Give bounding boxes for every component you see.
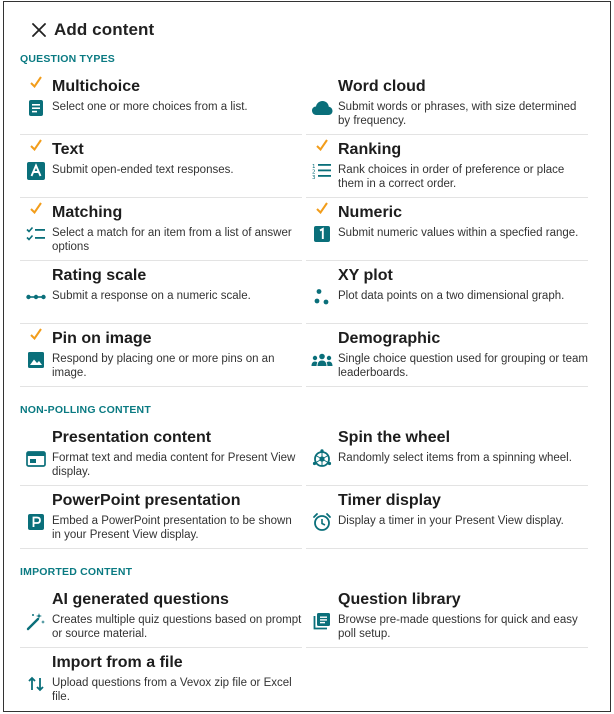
list-doc-icon [25, 97, 47, 119]
panel-header: Add content [28, 16, 154, 44]
item-description: Creates multiple quiz questions based on… [52, 614, 302, 640]
section-title-question-types: QUESTION TYPES [20, 53, 115, 65]
item-title: Word cloud [338, 78, 426, 95]
content-item-matching[interactable]: Matching Select a match for an item from… [20, 201, 302, 261]
svg-text:3: 3 [312, 175, 316, 180]
item-description: Upload questions from a Vevox zip file o… [52, 677, 292, 703]
close-icon [32, 23, 46, 37]
item-title: Text [52, 141, 84, 158]
item-description: Format text and media content for Presen… [52, 452, 296, 478]
content-item-timer-display[interactable]: Timer display Display a timer in your Pr… [306, 489, 588, 549]
item-description: Submit a response on a numeric scale. [52, 290, 251, 302]
content-item-demographic[interactable]: Demographic Single choice question used … [306, 327, 588, 387]
ranked-list-icon: 123 [311, 160, 333, 182]
scale-dots-icon [25, 286, 47, 308]
item-description: Respond by placing one or more pins on a… [52, 353, 275, 379]
item-description: Display a timer in your Present View dis… [338, 515, 564, 527]
image-icon [25, 349, 47, 371]
check-icon [316, 139, 328, 151]
window-icon [25, 448, 47, 470]
magic-wand-icon [25, 610, 47, 632]
item-description: Select one or more choices from a list. [52, 101, 248, 113]
content-item-text[interactable]: Text Submit open-ended text responses. [20, 138, 302, 198]
item-title: Matching [52, 204, 123, 221]
item-title: Presentation content [52, 429, 212, 446]
content-item-rating-scale[interactable]: Rating scale Submit a response on a nume… [20, 264, 302, 324]
item-description: Plot data points on a two dimensional gr… [338, 290, 565, 302]
content-item-question-library[interactable]: Question library Browse pre-made questio… [306, 588, 588, 648]
cloud-icon [311, 97, 333, 119]
item-description: Browse pre-made questions for quick and … [338, 614, 578, 640]
checklist-icon [25, 223, 47, 245]
check-icon [30, 76, 42, 88]
item-description: Submit words or phrases, with size deter… [338, 101, 577, 127]
content-item-presentation-content[interactable]: Presentation content Format text and med… [20, 426, 302, 486]
item-description: Submit numeric values within a specfied … [338, 227, 579, 239]
content-item-xy-plot[interactable]: XY plot Plot data points on a two dimens… [306, 264, 588, 324]
item-title: Spin the wheel [338, 429, 451, 446]
powerpoint-icon [25, 511, 47, 533]
item-title: XY plot [338, 267, 393, 284]
item-description: Single choice question used for grouping… [338, 353, 588, 379]
section-title-imported: IMPORTED CONTENT [20, 566, 133, 578]
item-title: AI generated questions [52, 591, 229, 608]
content-item-ai-questions[interactable]: AI generated questions Creates multiple … [20, 588, 302, 648]
item-title: Pin on image [52, 330, 152, 347]
item-description: Embed a PowerPoint presentation to be sh… [52, 515, 292, 541]
item-title: Question library [338, 591, 461, 608]
item-description: Rank choices in order of preference or p… [338, 164, 565, 190]
item-title: PowerPoint presentation [52, 492, 241, 509]
content-item-word-cloud[interactable]: Word cloud Submit words or phrases, with… [306, 75, 588, 135]
check-icon [30, 139, 42, 151]
item-title: Demographic [338, 330, 441, 347]
letter-a-icon [25, 160, 47, 182]
wheel-icon [311, 448, 333, 470]
item-title: Numeric [338, 204, 403, 221]
panel-title: Add content [54, 20, 155, 39]
section-title-non-polling: NON-POLLING CONTENT [20, 404, 151, 416]
content-item-ranking[interactable]: 123 Ranking Rank choices in order of pre… [306, 138, 588, 198]
item-title: Multichoice [52, 78, 141, 95]
import-arrows-icon [25, 673, 47, 695]
scatter-icon [311, 286, 333, 308]
check-icon [30, 328, 42, 340]
close-button[interactable] [28, 19, 50, 41]
content-item-powerpoint[interactable]: PowerPoint presentation Embed a PowerPoi… [20, 489, 302, 549]
content-item-numeric[interactable]: Numeric Submit numeric values within a s… [306, 201, 588, 261]
check-icon [316, 202, 328, 214]
check-icon [30, 202, 42, 214]
content-item-spin-the-wheel[interactable]: Spin the wheel Randomly select items fro… [306, 426, 588, 486]
content-item-pin-on-image[interactable]: Pin on image Respond by placing one or m… [20, 327, 302, 387]
add-content-panel: Add content QUESTION TYPES Multichoice S… [3, 1, 611, 712]
item-title: Timer display [338, 492, 441, 509]
item-title: Ranking [338, 141, 402, 158]
content-item-import-file[interactable]: Import from a file Upload questions from… [20, 651, 302, 711]
item-description: Submit open-ended text responses. [52, 164, 234, 176]
alarm-clock-icon [311, 511, 333, 533]
item-description: Randomly select items from a spinning wh… [338, 452, 572, 464]
item-title: Import from a file [52, 654, 183, 671]
item-description: Select a match for an item from a list o… [52, 227, 292, 253]
group-icon [311, 349, 333, 371]
content-item-multichoice[interactable]: Multichoice Select one or more choices f… [20, 75, 302, 135]
item-title: Rating scale [52, 267, 147, 284]
number-one-icon [311, 223, 333, 245]
library-icon [311, 610, 333, 632]
